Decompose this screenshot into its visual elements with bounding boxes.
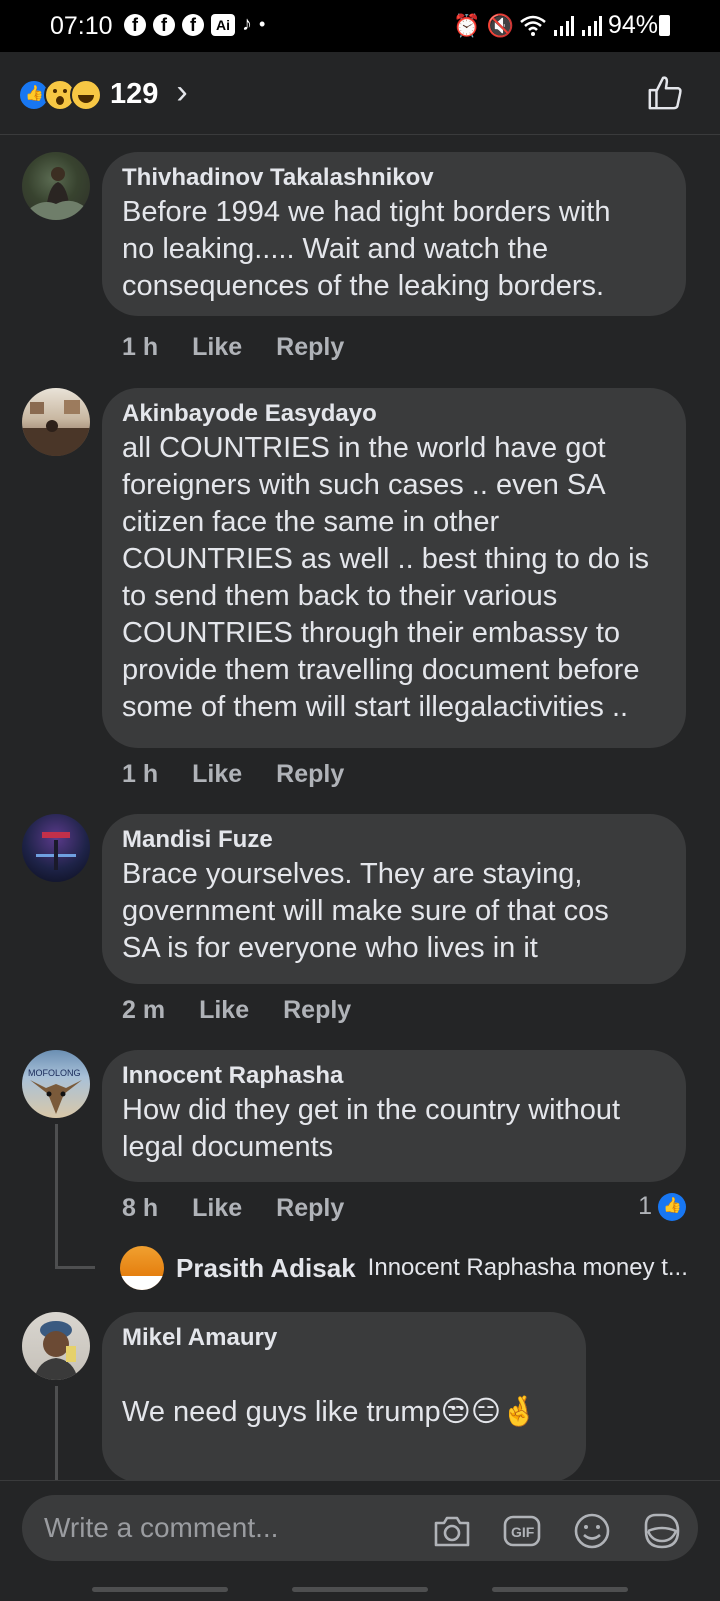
comment-line: SA is for everyone who lives in it bbox=[122, 932, 538, 964]
like-count-number: 1 bbox=[638, 1192, 652, 1220]
reply-button[interactable]: Reply bbox=[276, 1194, 344, 1223]
chevron-right-icon[interactable]: › bbox=[176, 73, 187, 112]
comment-actions: 1 h Like Reply bbox=[122, 333, 344, 362]
camera-icon[interactable] bbox=[432, 1511, 472, 1551]
comment-time: 1 h bbox=[122, 760, 159, 788]
battery-icon bbox=[659, 15, 670, 36]
comment-line: no leaking..... Wait and watch the bbox=[122, 233, 549, 265]
like-comment-button[interactable]: Like bbox=[192, 333, 242, 362]
reactions-summary[interactable]: 129 › bbox=[18, 73, 188, 112]
comment-bubble[interactable]: Thivhadinov Takalashnikov Before 1994 we… bbox=[102, 152, 686, 316]
comment-text: How did they get in the country without … bbox=[122, 1092, 664, 1166]
tiktok-icon: ♪ bbox=[242, 13, 252, 35]
like-comment-button[interactable]: Like bbox=[199, 996, 249, 1025]
reaction-count: 129 bbox=[110, 78, 159, 110]
comment-author[interactable]: Mandisi Fuze bbox=[122, 824, 664, 856]
comment-bubble[interactable]: Innocent Raphasha How did they get in th… bbox=[102, 1050, 686, 1182]
comment-author[interactable]: Mikel Amaury bbox=[122, 1322, 564, 1354]
reply-text: Innocent Raphasha money t... bbox=[367, 1254, 688, 1281]
reply-author[interactable]: Prasith Adisak bbox=[176, 1253, 356, 1284]
avatar[interactable] bbox=[22, 814, 90, 882]
thread-connector bbox=[55, 1266, 95, 1269]
comment-line: Brace yourselves. They are staying, bbox=[122, 858, 583, 890]
comment-bubble[interactable]: Mandisi Fuze Brace yourselves. They are … bbox=[102, 814, 686, 984]
comment-time: 8 h bbox=[122, 1194, 159, 1222]
sticker-icon[interactable] bbox=[642, 1511, 682, 1551]
like-icon bbox=[658, 1192, 686, 1221]
comment-time: 1 h bbox=[122, 333, 159, 361]
haha-icon bbox=[70, 78, 102, 111]
comment-time: 2 m bbox=[122, 996, 166, 1024]
status-time: 07:10 bbox=[50, 12, 113, 40]
reply-button[interactable]: Reply bbox=[283, 996, 351, 1025]
comment-actions: 1 h Like Reply bbox=[122, 760, 344, 789]
comment-text: Before 1994 we had tight borders with no… bbox=[122, 194, 664, 305]
system-icons: ⏰ 🔇 94% bbox=[453, 11, 658, 40]
like-post-button[interactable] bbox=[646, 74, 684, 112]
avatar[interactable] bbox=[120, 1246, 164, 1290]
facebook-notification-icon: f bbox=[182, 13, 204, 36]
comment-line: Before 1994 we had tight borders with bbox=[122, 196, 611, 228]
like-comment-button[interactable]: Like bbox=[192, 760, 242, 789]
comment-author[interactable]: Thivhadinov Takalashnikov bbox=[122, 162, 664, 194]
ai-app-icon: Ai bbox=[211, 13, 235, 36]
comment-line: COUNTRIES through their embassy to bbox=[122, 617, 621, 649]
comment-line: How did they get in the country without bbox=[122, 1094, 621, 1126]
comment-line: government will make sure of that cos bbox=[122, 895, 609, 927]
emoji-icon[interactable] bbox=[572, 1511, 612, 1551]
wifi-icon bbox=[520, 15, 546, 36]
battery-percent: 94% bbox=[607, 11, 658, 39]
avatar[interactable] bbox=[22, 1312, 90, 1380]
thread-connector bbox=[55, 1386, 58, 1480]
like-comment-button[interactable]: Like bbox=[192, 1194, 242, 1223]
comment-actions: 2 m Like Reply bbox=[122, 996, 351, 1025]
comment-line: legal documents bbox=[122, 1131, 334, 1163]
avatar-logo-text: MOFOLONG bbox=[28, 1068, 81, 1078]
avatar[interactable] bbox=[22, 152, 90, 220]
comment-line: consequences of the leaking borders. bbox=[122, 270, 605, 302]
reply-button[interactable]: Reply bbox=[276, 760, 344, 789]
signal-icon bbox=[581, 15, 602, 36]
nav-indicator bbox=[292, 1587, 428, 1592]
comment-text: We need guys like trump😒😑🤞 bbox=[122, 1354, 564, 1432]
comment-text: Brace yourselves. They are staying, gove… bbox=[122, 856, 664, 967]
comment-line bbox=[122, 1354, 564, 1393]
thread-connector bbox=[55, 1124, 58, 1266]
comment-text: all COUNTRIES in the world have got fore… bbox=[122, 430, 664, 726]
comment-line: all COUNTRIES in the world have got bbox=[122, 432, 606, 464]
comment-actions: 8 h Like Reply bbox=[122, 1194, 344, 1223]
reply-button[interactable]: Reply bbox=[276, 333, 344, 362]
gif-icon[interactable]: GIF bbox=[502, 1511, 542, 1551]
avatar[interactable]: MOFOLONG bbox=[22, 1050, 90, 1118]
comment-line: some of them will start illegalactivitie… bbox=[122, 691, 629, 723]
comment-line: foreigners with such cases .. even SA bbox=[122, 469, 606, 501]
comment-line: provide them travelling document before bbox=[122, 654, 640, 686]
comment-line: We need guys like trump😒😑🤞 bbox=[122, 1396, 538, 1428]
comment-like-count[interactable]: 1 bbox=[638, 1192, 686, 1221]
comment-author[interactable]: Akinbayode Easydayo bbox=[122, 398, 664, 430]
nav-indicator bbox=[92, 1587, 228, 1592]
reply-preview[interactable]: Prasith Adisak Innocent Raphasha money t… bbox=[120, 1246, 700, 1290]
comment-line: to send them back to their various bbox=[122, 580, 558, 612]
comment-author[interactable]: Innocent Raphasha bbox=[122, 1060, 664, 1092]
comment-composer: GIF bbox=[0, 1480, 720, 1601]
more-notifications-dot-icon: • bbox=[259, 14, 266, 34]
comment-bubble[interactable]: Mikel Amaury We need guys like trump😒😑🤞 bbox=[102, 1312, 586, 1482]
nav-indicator bbox=[492, 1587, 628, 1592]
comment-bubble[interactable]: Akinbayode Easydayo all COUNTRIES in the… bbox=[102, 388, 686, 748]
signal-icon bbox=[553, 15, 574, 36]
comment-line: citizen face the same in other bbox=[122, 506, 500, 538]
svg-text:GIF: GIF bbox=[511, 1524, 535, 1540]
reactions-header: 129 › bbox=[0, 52, 720, 135]
facebook-notification-icon: f bbox=[124, 13, 146, 36]
alarm-icon: ⏰ bbox=[453, 12, 481, 38]
status-bar: 07:10 f f f Ai ♪ • ⏰ 🔇 94% bbox=[0, 0, 720, 52]
mute-icon: 🔇 bbox=[486, 12, 514, 38]
comment-line: COUNTRIES as well .. best thing to do is bbox=[122, 543, 650, 575]
facebook-notification-icon: f bbox=[153, 13, 175, 36]
notification-icons: f f f Ai ♪ • bbox=[124, 13, 265, 36]
avatar[interactable] bbox=[22, 388, 90, 456]
